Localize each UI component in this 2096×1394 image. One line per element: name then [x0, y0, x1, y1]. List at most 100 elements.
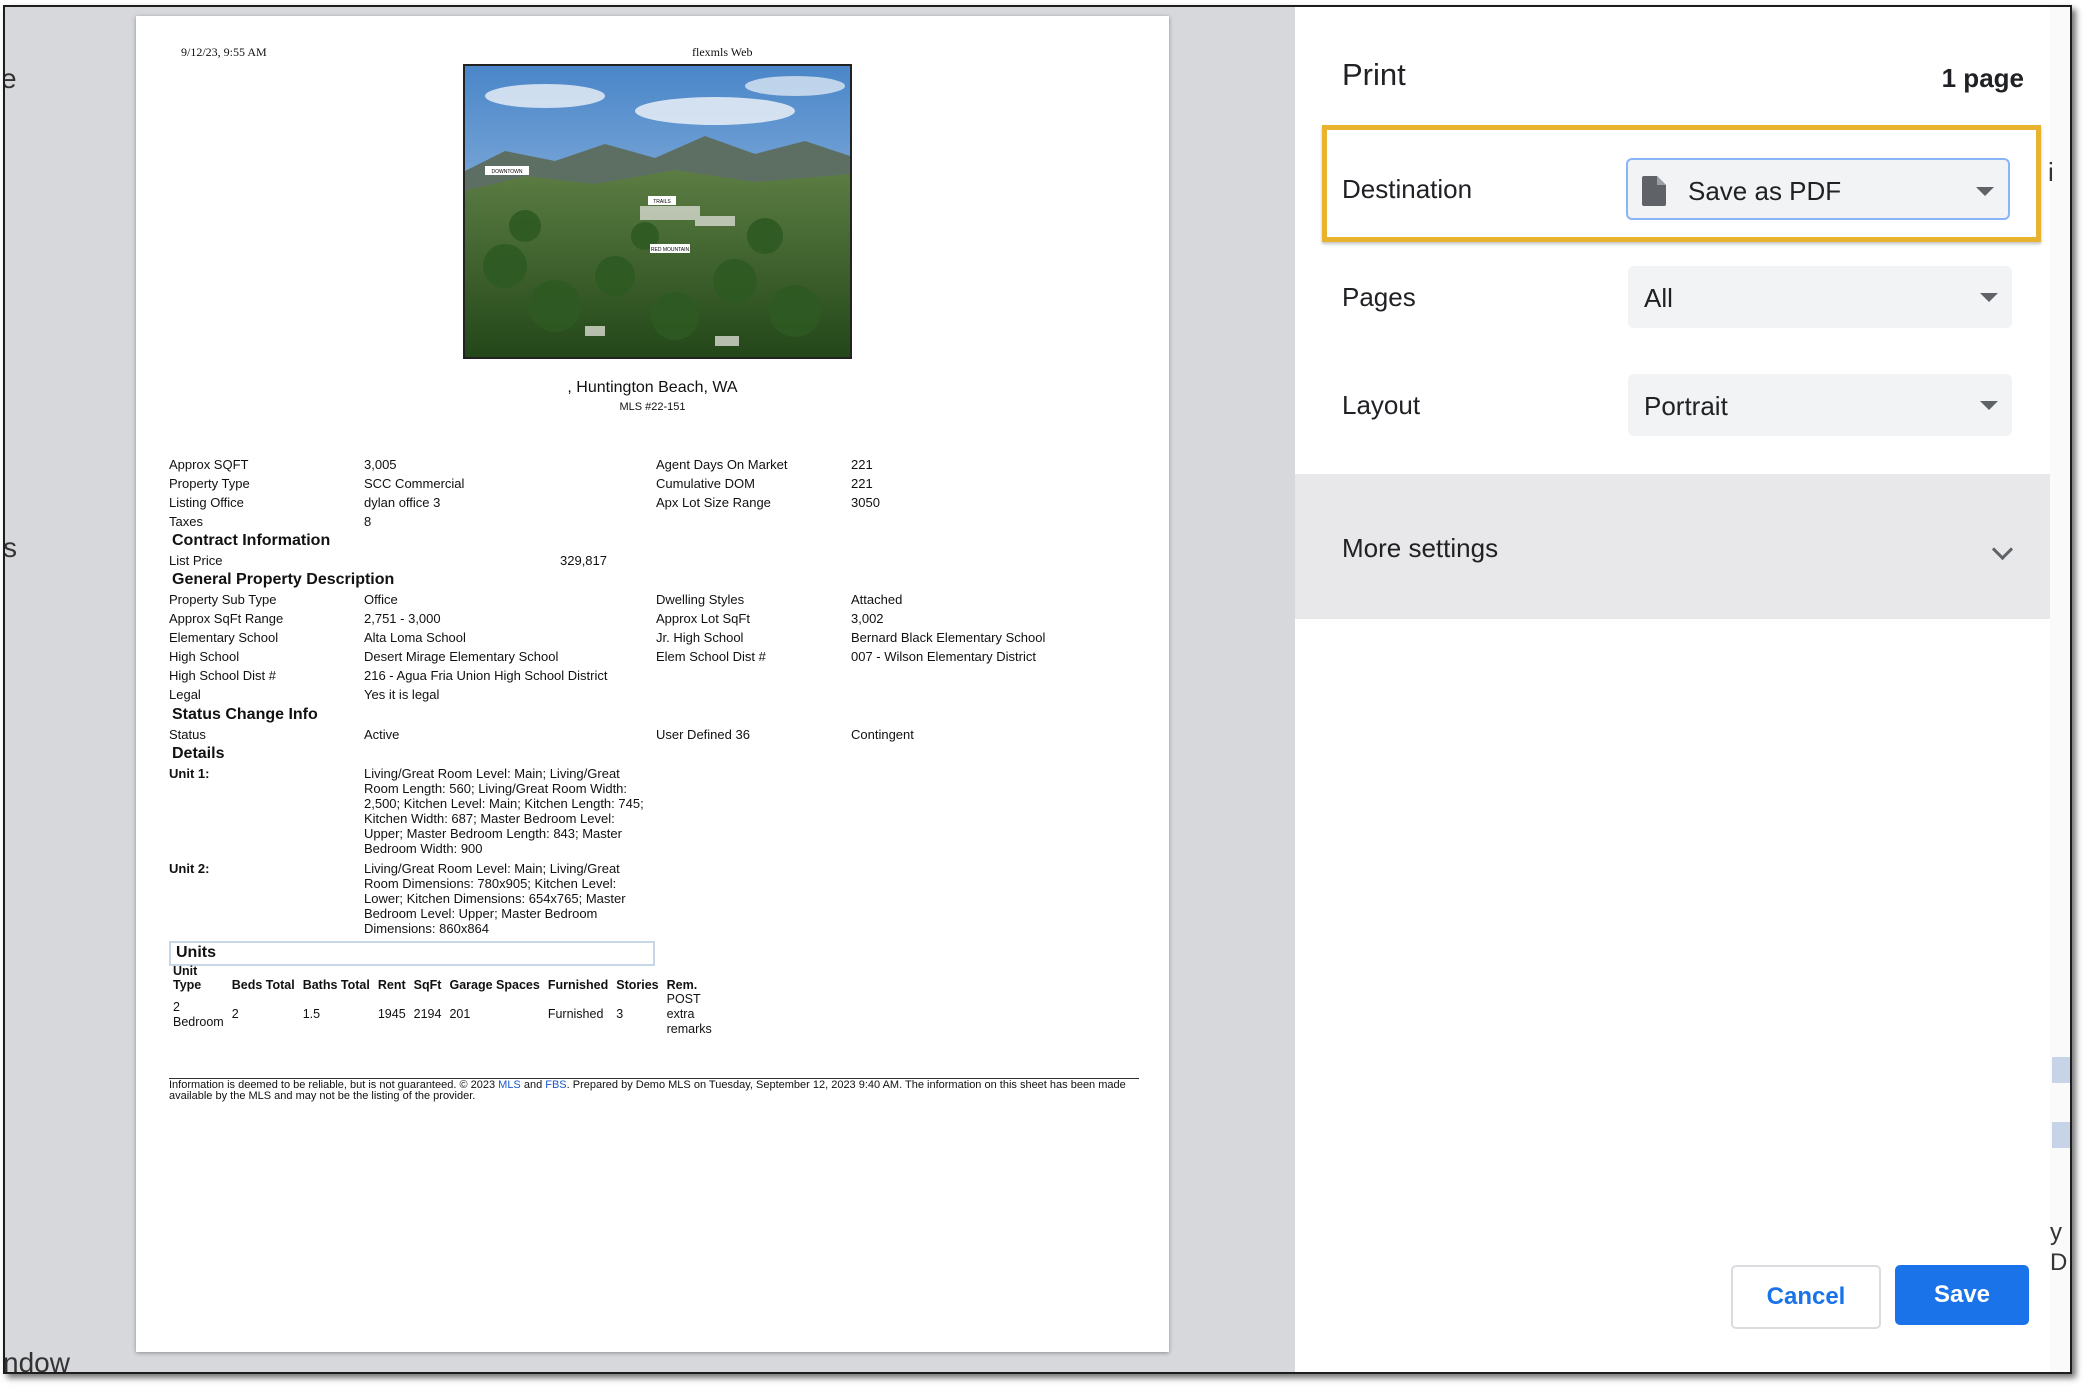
pages-label: Pages [1342, 282, 1416, 312]
field-value: 007 - Wilson Elementary District [851, 649, 1036, 664]
field-label: Jr. High School [656, 630, 744, 645]
print-preview-area[interactable]: e s ndow 9/12/23, 9:55 AM flexmls Web [5, 7, 1295, 1372]
print-title: Print [1342, 57, 1406, 92]
table-row: 2 Bedroom 2 1.5 1945 2194 201 Furnished … [169, 992, 721, 1037]
destination-label: Destination [1342, 174, 1473, 204]
destination-value: Save as PDF [1688, 176, 1842, 206]
section-heading: Units [176, 944, 216, 961]
field-label: High School Dist # [169, 668, 276, 683]
units-heading-box: Units [169, 941, 655, 966]
background-text: i [2048, 157, 2054, 187]
field-label: Apx Lot Size Range [656, 495, 771, 510]
field-value: SCC Commercial [364, 476, 465, 491]
column-header: Beds Total [231, 978, 295, 992]
save-button[interactable]: Save [1895, 1265, 2029, 1325]
background-text: D [2050, 1249, 2068, 1276]
table-cell: 2 [231, 1007, 239, 1021]
column-header: Stories [616, 978, 659, 992]
document-icon [1642, 176, 1666, 206]
column-header: Garage Spaces [449, 978, 540, 992]
unit-details: Living/Great Room Level: Main; Living/Gr… [364, 861, 626, 936]
field-label: High School [169, 649, 240, 664]
layout-select[interactable]: Portrait [1628, 374, 2012, 436]
destination-select[interactable]: Save as PDF [1626, 158, 2010, 220]
units-table: Unit Type Beds Total Baths Total Rent Sq… [169, 964, 721, 1037]
table-header-row: Unit Type Beds Total Baths Total Rent Sq… [169, 964, 721, 992]
field-label: Approx SQFT [169, 457, 249, 472]
mls-link[interactable]: MLS [498, 1079, 521, 1091]
more-settings-label: More settings [1342, 533, 1499, 563]
field-value: Attached [851, 592, 903, 607]
property-photo: DOWNTOWN TRAILS RED MOUNTAIN [463, 64, 852, 359]
field-value: 329,817 [560, 553, 607, 568]
background-text: s [3, 532, 17, 563]
field-value: 3,002 [851, 611, 884, 626]
cancel-button[interactable]: Cancel [1731, 1265, 1881, 1329]
field-value: dylan office 3 [364, 495, 441, 510]
column-header: Rent [377, 978, 406, 992]
field-label: Listing Office [169, 495, 244, 510]
pages-value: All [1644, 283, 1673, 313]
column-header: SqFt [413, 978, 442, 992]
photo-label: DOWNTOWN [491, 169, 522, 175]
table-cell: 3 [616, 1007, 624, 1021]
field-label: Legal [169, 687, 201, 702]
unit-label: Unit 2: [169, 861, 210, 876]
aerial-photo-image: DOWNTOWN TRAILS RED MOUNTAIN [465, 66, 850, 357]
column-header: Rem. [666, 978, 698, 992]
background-bar [2052, 1122, 2070, 1148]
field-value: Bernard Black Elementary School [851, 630, 1046, 645]
field-value: 2,751 - 3,000 [364, 611, 441, 626]
page-count: 1 page [1941, 63, 2024, 93]
field-value: Contingent [851, 727, 914, 742]
table-cell: 201 [449, 1007, 471, 1021]
property-address: , Huntington Beach, WA [567, 379, 738, 396]
layout-value: Portrait [1644, 391, 1728, 421]
photo-label: RED MOUNTAIN [651, 247, 690, 253]
field-label: Agent Days On Market [656, 457, 788, 472]
field-value: Office [364, 592, 398, 607]
column-header: Baths Total [302, 978, 370, 992]
layout-label: Layout [1342, 390, 1421, 420]
table-cell: POST extra remarks [666, 992, 712, 1036]
unit-label: Unit 1: [169, 766, 210, 781]
dropdown-arrow-icon [1976, 187, 1994, 196]
preview-page: 9/12/23, 9:55 AM flexmls Web DOWNTOWN TR… [136, 16, 1169, 1352]
field-label: Property Sub Type [169, 592, 277, 607]
background-text: ndow [3, 1347, 70, 1374]
field-label: Approx SqFt Range [169, 611, 284, 626]
fbs-link[interactable]: FBS [545, 1079, 566, 1091]
field-value: 221 [851, 457, 873, 472]
field-label: List Price [169, 553, 223, 568]
field-label: Elementary School [169, 630, 279, 645]
section-heading: General Property Description [172, 571, 395, 588]
more-settings-toggle[interactable]: More settings [1295, 474, 2070, 619]
field-value: 221 [851, 476, 873, 491]
field-value: Alta Loma School [364, 630, 466, 645]
table-cell: Furnished [547, 1007, 604, 1021]
background-text: e [5, 63, 17, 95]
dropdown-arrow-icon [1980, 401, 1998, 410]
field-label: Approx Lot SqFt [656, 611, 750, 626]
section-heading: Contract Information [172, 532, 331, 549]
disclaimer-footer: Information is deemed to be reliable, bu… [169, 1080, 1149, 1102]
field-label: Status [169, 727, 206, 742]
background-bar [2052, 1057, 2070, 1083]
pages-select[interactable]: All [1628, 266, 2012, 328]
field-label: Property Type [169, 476, 250, 491]
field-label: User Defined 36 [656, 727, 750, 742]
field-value: Active [364, 727, 400, 742]
field-value: Desert Mirage Elementary School [364, 649, 559, 664]
section-heading: Details [172, 745, 225, 762]
chevron-down-icon [1991, 538, 2014, 561]
column-header: Furnished [547, 978, 609, 992]
print-settings-panel: Print 1 page Destination Save as PDF Pag… [1295, 7, 2070, 1372]
mls-number: MLS #22-151 [619, 401, 686, 413]
section-heading: Status Change Info [172, 706, 318, 723]
field-value: Yes it is legal [364, 687, 440, 702]
field-value: 3,005 [364, 457, 397, 472]
field-label: Cumulative DOM [656, 476, 755, 491]
field-value: 3050 [851, 495, 880, 510]
print-site-name: flexmls Web [692, 45, 753, 59]
print-dialog-window: e s ndow 9/12/23, 9:55 AM flexmls Web [3, 5, 2072, 1374]
